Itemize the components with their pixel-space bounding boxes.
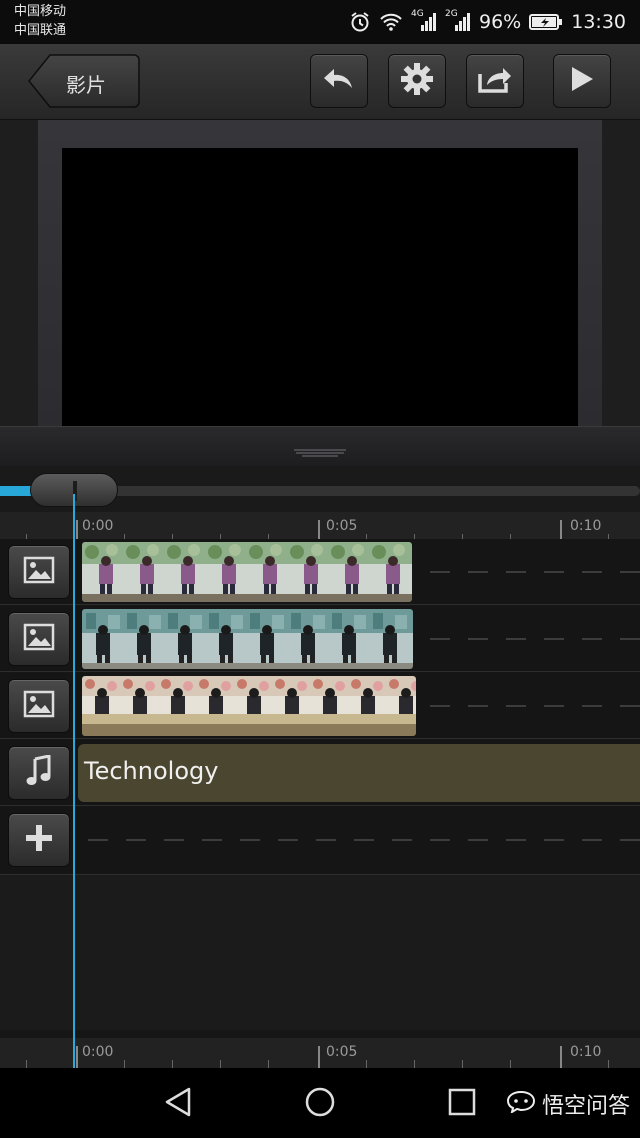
- video-preview[interactable]: [62, 148, 578, 438]
- ruler-tick: [560, 1046, 562, 1068]
- audio-track-button[interactable]: [8, 746, 70, 800]
- wifi-icon: [379, 12, 403, 32]
- ruler-tick: [462, 1060, 463, 1068]
- image-track-2: [0, 606, 640, 672]
- image-track-button[interactable]: [8, 545, 70, 599]
- wukong-logo-icon: [506, 1089, 536, 1119]
- empty-track-line: [88, 839, 640, 841]
- timeline-ruler-top: 0:00 0:05 0:10: [0, 512, 640, 542]
- ruler-tick: [510, 1060, 511, 1068]
- status-bar: 中国移动 中国联通 4G 2G 96% 13:30: [0, 0, 640, 44]
- ruler-label: 0:05: [326, 1044, 358, 1060]
- audio-track: Technology: [0, 740, 640, 806]
- image-icon: [23, 690, 55, 722]
- undo-button[interactable]: [310, 54, 368, 108]
- playhead[interactable]: [73, 494, 75, 1068]
- network-type-2: 2G: [445, 9, 458, 19]
- ruler-label: 0:05: [326, 518, 358, 534]
- ruler-label: 0:00: [82, 518, 114, 534]
- ruler-tick: [268, 1060, 269, 1068]
- recents-square-icon: [448, 1088, 476, 1120]
- clock-time: 13:30: [571, 11, 626, 33]
- image-track-button[interactable]: [8, 612, 70, 666]
- play-button[interactable]: [553, 54, 611, 108]
- timeline-empty-area: [0, 875, 640, 1030]
- scrubber: [0, 466, 640, 512]
- alarm-icon: [349, 11, 371, 33]
- watermark: 悟空问答: [506, 1088, 630, 1120]
- clip-thumbnails: [82, 676, 416, 736]
- back-triangle-icon: [163, 1086, 193, 1122]
- play-icon: [569, 65, 595, 97]
- ruler-tick: [76, 1046, 78, 1068]
- grip-handle-icon[interactable]: [294, 449, 346, 459]
- share-icon: [477, 64, 513, 98]
- ruler-label: 0:10: [570, 1044, 602, 1060]
- video-clip-3[interactable]: [82, 676, 416, 736]
- preview-frame: [38, 120, 602, 438]
- ruler-tick: [26, 1060, 27, 1068]
- ruler-label: 0:10: [570, 518, 602, 534]
- image-track-button[interactable]: [8, 679, 70, 733]
- ruler-tick: [124, 1060, 125, 1068]
- add-track-button[interactable]: [8, 813, 70, 867]
- video-clip-1[interactable]: [82, 542, 412, 602]
- image-track-1: [0, 539, 640, 605]
- audio-clip-label: Technology: [84, 757, 219, 785]
- gear-icon: [400, 62, 434, 100]
- add-track-row: [0, 807, 640, 875]
- undo-icon: [322, 66, 356, 96]
- battery-percent: 96%: [479, 11, 522, 33]
- ruler-tick: [172, 1060, 173, 1068]
- back-button[interactable]: 影片: [28, 54, 140, 108]
- preview-base: [0, 426, 640, 466]
- nav-home-button[interactable]: [302, 1086, 338, 1122]
- toolbar: 影片: [0, 44, 640, 120]
- ruler-tick: [608, 1060, 609, 1068]
- video-clip-2[interactable]: [82, 609, 413, 669]
- clip-thumbnails: [82, 609, 413, 669]
- nav-back-button[interactable]: [160, 1086, 196, 1122]
- nav-recents-button[interactable]: [444, 1086, 480, 1122]
- signal-2g-icon: 2G: [445, 9, 471, 33]
- audio-clip[interactable]: Technology: [78, 744, 640, 802]
- music-note-icon: [25, 754, 53, 791]
- home-circle-icon: [304, 1086, 336, 1122]
- timeline-ruler-bottom: 0:00 0:05 0:10: [0, 1038, 640, 1068]
- ruler-tick: [220, 1060, 221, 1068]
- image-track-3: [0, 673, 640, 739]
- carrier-1: 中国移动: [14, 4, 67, 19]
- ruler-tick: [414, 1060, 415, 1068]
- carrier-2: 中国联通: [14, 23, 67, 38]
- battery-charging-icon: [529, 13, 563, 31]
- network-type-1: 4G: [411, 9, 424, 19]
- signal-4g-icon: 4G: [411, 9, 437, 33]
- plus-icon: [25, 824, 53, 856]
- settings-button[interactable]: [388, 54, 446, 108]
- ruler-label: 0:00: [82, 1044, 114, 1060]
- ruler-tick: [318, 1046, 320, 1068]
- ruler-tick: [366, 1060, 367, 1068]
- share-button[interactable]: [466, 54, 524, 108]
- back-button-label: 影片: [66, 73, 106, 97]
- status-icons: 4G 2G 96% 13:30: [349, 8, 626, 36]
- watermark-text: 悟空问答: [541, 1094, 630, 1119]
- image-icon: [23, 556, 55, 588]
- image-icon: [23, 623, 55, 655]
- clip-thumbnails: [82, 542, 412, 602]
- navigation-bar: 悟空问答: [0, 1068, 640, 1138]
- preview-area: [0, 120, 640, 466]
